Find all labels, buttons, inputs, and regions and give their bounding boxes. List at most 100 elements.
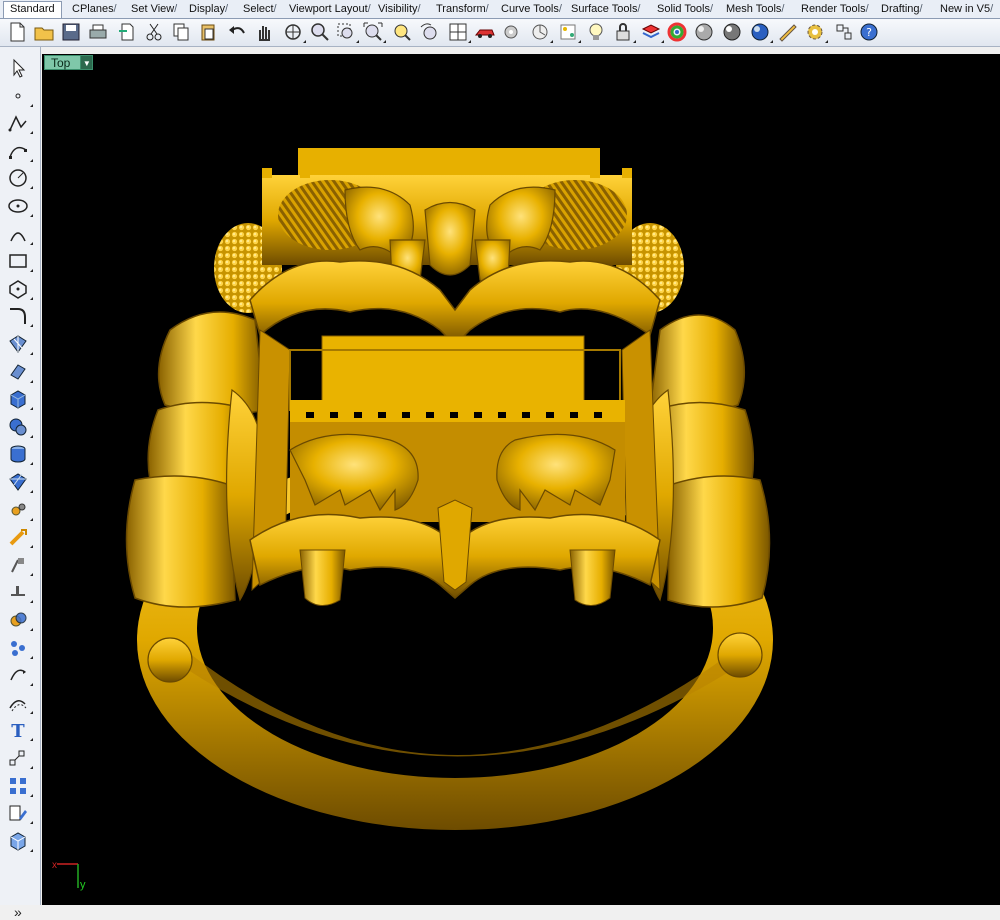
flyout-corner[interactable]	[30, 738, 33, 742]
flyout-corner[interactable]	[30, 407, 33, 411]
light-bulb-icon[interactable]	[585, 21, 607, 43]
rectangle-icon[interactable]	[7, 250, 33, 273]
flyout-corner[interactable]	[30, 379, 33, 383]
boolean-icon[interactable]	[7, 609, 33, 631]
shaded-sphere-icon[interactable]	[693, 21, 715, 43]
zoom-window-icon[interactable]	[335, 21, 359, 43]
zoom-selected-icon[interactable]	[391, 21, 413, 43]
flyout-corner[interactable]	[30, 490, 33, 493]
point-icon[interactable]	[7, 85, 33, 107]
open-folder-icon[interactable]	[33, 21, 55, 43]
zoom-icon[interactable]	[309, 21, 331, 43]
flyout-corner[interactable]	[550, 40, 553, 43]
tab-select[interactable]: Select	[237, 2, 276, 17]
viewport-title-tab[interactable]: Top ▼	[44, 55, 94, 70]
more-tools-button[interactable]: »	[14, 904, 22, 920]
save-icon[interactable]	[60, 21, 82, 43]
lock-icon[interactable]	[612, 21, 636, 43]
curve-icon[interactable]	[7, 140, 33, 162]
flyout-corner[interactable]	[30, 241, 33, 245]
extrude-icon[interactable]	[7, 361, 33, 383]
rotate-view-icon[interactable]	[282, 21, 306, 43]
print-icon[interactable]	[87, 21, 109, 43]
flyout-corner[interactable]	[30, 434, 33, 438]
flyout-corner[interactable]	[770, 40, 773, 43]
points-edit-icon[interactable]	[7, 637, 33, 659]
flyout-corner[interactable]	[633, 40, 636, 43]
flyout-corner[interactable]	[30, 710, 33, 714]
flyout-corner[interactable]	[30, 545, 33, 549]
viewport-name[interactable]: Top	[44, 55, 82, 70]
cylinder-icon[interactable]	[7, 443, 33, 466]
help-icon[interactable]: ?	[858, 21, 880, 43]
solid-tools-icon[interactable]	[7, 499, 33, 521]
flyout-corner[interactable]	[468, 40, 471, 43]
arc-icon[interactable]	[7, 223, 33, 245]
array-icon[interactable]	[7, 775, 33, 797]
flyout-corner[interactable]	[30, 324, 33, 328]
gear-lock-icon[interactable]	[500, 21, 522, 43]
flyout-corner[interactable]	[30, 296, 33, 300]
surface-icon[interactable]	[7, 333, 33, 355]
flyout-corner[interactable]	[30, 848, 33, 852]
layer-icon[interactable]	[640, 21, 664, 43]
flyout-corner[interactable]	[30, 572, 33, 576]
flyout-corner[interactable]	[578, 40, 581, 43]
import-icon[interactable]	[116, 21, 138, 43]
tab-curve-tools[interactable]: Curve Tools	[495, 2, 562, 17]
tab-standard[interactable]: Standard	[3, 1, 62, 18]
polyline-icon[interactable]	[7, 112, 33, 135]
top-viewport[interactable]: x y	[42, 54, 1000, 905]
flyout-corner[interactable]	[30, 821, 33, 825]
cut-icon[interactable]	[143, 21, 165, 43]
tab-transform[interactable]: Transform	[430, 2, 488, 17]
tab-viewport-layout[interactable]: Viewport Layout	[283, 2, 370, 17]
viewport-menu-arrow-icon[interactable]: ▼	[81, 55, 94, 70]
tab-solid-tools[interactable]: Solid Tools	[651, 2, 713, 17]
viewport-layout-icon[interactable]	[447, 21, 471, 43]
tab-set-view[interactable]: Set View	[125, 2, 177, 17]
render-tools-icon[interactable]	[777, 21, 799, 43]
flyout-corner[interactable]	[30, 158, 33, 162]
flyout-corner[interactable]	[30, 655, 33, 659]
flyout-corner[interactable]	[30, 600, 33, 604]
paste-icon[interactable]	[197, 21, 219, 43]
flyout-corner[interactable]	[30, 517, 33, 521]
flyout-corner[interactable]	[30, 186, 33, 190]
split-icon[interactable]	[7, 554, 33, 576]
flyout-corner[interactable]	[30, 131, 33, 135]
render-box-icon[interactable]	[7, 830, 33, 852]
options-gear-icon[interactable]	[804, 21, 828, 43]
copy-icon[interactable]	[170, 21, 192, 43]
sphere-solid-icon[interactable]	[7, 416, 33, 438]
rendered-sphere-icon[interactable]	[721, 21, 743, 43]
flyout-corner[interactable]	[30, 628, 33, 631]
tab-mesh-tools[interactable]: Mesh Tools	[720, 2, 785, 17]
circle-icon[interactable]	[7, 167, 33, 190]
tab-surface-tools[interactable]: Surface Tools	[565, 2, 641, 17]
grid-snap-icon[interactable]	[557, 21, 581, 43]
flyout-corner[interactable]	[30, 683, 33, 687]
select-arrow-icon[interactable]	[7, 57, 29, 79]
history-icon[interactable]	[833, 21, 855, 43]
undo-icon[interactable]	[226, 21, 248, 43]
flyout-corner[interactable]	[30, 352, 33, 355]
tab-cplanes[interactable]: CPlanes	[66, 2, 116, 17]
curve-fillet-icon[interactable]	[7, 305, 33, 328]
car-icon[interactable]	[474, 21, 496, 43]
flyout-corner[interactable]	[30, 103, 33, 107]
tab-visibility[interactable]: Visibility	[372, 2, 420, 17]
tab-display[interactable]: Display	[183, 2, 228, 17]
undo-view-icon[interactable]	[418, 21, 440, 43]
flyout-corner[interactable]	[30, 214, 33, 217]
render-sphere-icon[interactable]	[749, 21, 773, 43]
flyout-corner[interactable]	[825, 40, 828, 43]
flyout-corner[interactable]	[661, 40, 664, 43]
trim-icon[interactable]	[7, 581, 33, 604]
block-icon[interactable]	[7, 802, 33, 825]
tab-new-in-v5[interactable]: New in V5	[934, 2, 993, 17]
flyout-corner[interactable]	[30, 269, 33, 273]
box-solid-icon[interactable]	[7, 388, 33, 411]
tab-render-tools[interactable]: Render Tools	[795, 2, 868, 17]
flyout-corner[interactable]	[383, 40, 386, 43]
